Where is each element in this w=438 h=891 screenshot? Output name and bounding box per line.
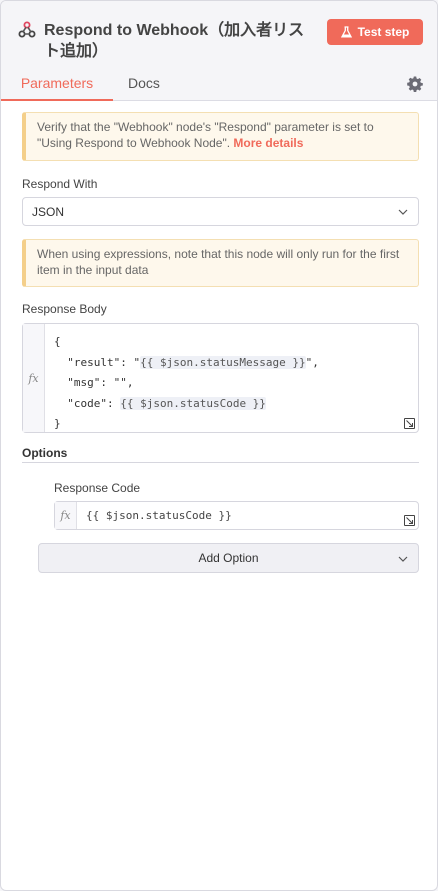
code-line: "code": {{ $json.statusCode }} — [54, 394, 319, 415]
add-option-label: Add Option — [198, 551, 259, 565]
webhook-icon — [18, 21, 36, 38]
more-details-link[interactable]: More details — [233, 136, 303, 150]
respond-parameter-notice: Verify that the "Webhook" node's "Respon… — [22, 112, 419, 161]
expand-icon[interactable] — [404, 418, 415, 429]
chevron-down-icon — [398, 556, 408, 562]
panel-header: Respond to Webhook（加入者リスト追加） Test step P… — [1, 1, 437, 101]
options-title: Options — [22, 446, 68, 460]
tab-docs[interactable]: Docs — [128, 75, 160, 101]
tab-bar: Parameters Docs — [1, 69, 437, 101]
respond-with-label: Respond With — [22, 177, 98, 191]
node-title: Respond to Webhook（加入者リスト追加） — [44, 22, 305, 60]
response-code-label: Response Code — [54, 481, 141, 495]
node-settings-panel: Respond to Webhook（加入者リスト追加） Test step P… — [0, 0, 438, 891]
code-line: "result": "{{ $json.statusMessage }}", — [54, 353, 319, 374]
code-text: ", — [305, 355, 319, 369]
fx-icon: fx — [23, 324, 45, 432]
test-step-button[interactable]: Test step — [327, 19, 423, 45]
chevron-down-icon — [398, 209, 408, 215]
code-line: } — [54, 417, 61, 430]
code-line: "msg": "", — [54, 376, 134, 389]
code-text: "result": " — [54, 355, 141, 369]
expand-icon[interactable] — [404, 515, 415, 526]
expression-token: {{ $json.statusMessage }} — [140, 355, 306, 369]
response-body-editor[interactable]: fx { "result": "{{ $json.statusMessage }… — [22, 323, 419, 433]
response-body-label: Response Body — [22, 302, 107, 316]
response-code-value: {{ $json.statusCode }} — [86, 509, 232, 522]
respond-with-value: JSON — [32, 205, 65, 219]
add-option-button[interactable]: Add Option — [38, 543, 419, 573]
fx-icon: fx — [55, 502, 77, 529]
expressions-notice-text: When using expressions, note that this n… — [37, 247, 400, 277]
flask-icon — [340, 26, 352, 38]
respond-with-select[interactable]: JSON — [22, 197, 419, 226]
test-step-label: Test step — [357, 25, 410, 39]
response-body-code[interactable]: { "result": "{{ $json.statusMessage }}",… — [54, 332, 319, 435]
response-code-field[interactable]: fx {{ $json.statusCode }} — [54, 501, 419, 530]
code-text: "code": — [54, 396, 121, 410]
respond-notice-text: Verify that the "Webhook" node's "Respon… — [37, 120, 374, 150]
tab-parameters[interactable]: Parameters — [1, 75, 113, 101]
expressions-notice: When using expressions, note that this n… — [22, 239, 419, 287]
expression-token: {{ $json.statusCode }} — [120, 396, 266, 410]
options-divider — [22, 462, 419, 463]
code-line: { — [54, 335, 61, 348]
gear-icon[interactable] — [407, 76, 423, 92]
